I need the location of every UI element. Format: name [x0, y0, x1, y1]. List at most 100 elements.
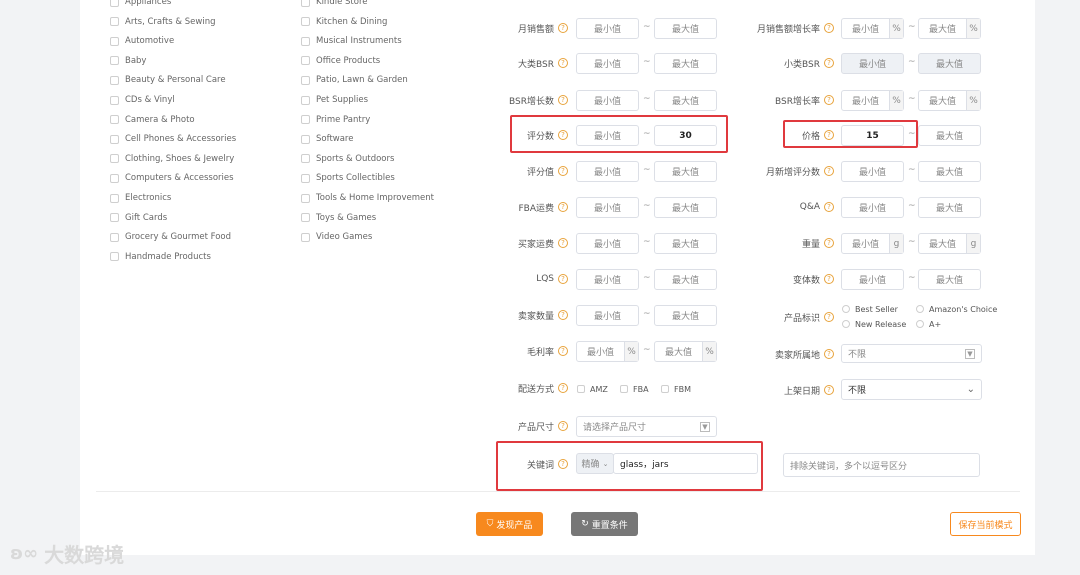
checkbox[interactable] [110, 252, 119, 262]
checkbox[interactable] [301, 232, 310, 242]
product-size-select[interactable]: 请选择产品尺寸 ▼ [576, 416, 717, 437]
checkbox[interactable] [110, 36, 119, 46]
seller-count-min-input[interactable]: 最小值 [576, 305, 639, 326]
checkbox[interactable] [110, 0, 119, 7]
category-checkbox[interactable]: Arts, Crafts & Sewing [110, 15, 215, 29]
category-checkbox[interactable]: Cell Phones & Accessories [110, 132, 236, 146]
buyer-shipping-min-input[interactable]: 最小值 [576, 233, 639, 254]
checkbox[interactable] [301, 36, 310, 46]
bsr-growth-max-input[interactable]: 最大值 [654, 90, 717, 111]
lqs-min-input[interactable]: 最小值 [576, 269, 639, 290]
category-checkbox[interactable]: Automotive [110, 34, 174, 48]
gross-margin-min-input[interactable]: 最小值% [576, 341, 639, 362]
variants-max-input[interactable]: 最大值 [918, 269, 981, 290]
exclude-keyword-input[interactable]: 排除关键词，多个以逗号区分 [783, 453, 980, 477]
lqs-max-input[interactable]: 最大值 [654, 269, 717, 290]
monthly-new-reviews-min-input[interactable]: 最小值 [841, 161, 904, 182]
badge-a-plus-checkbox[interactable]: A+ [916, 318, 941, 330]
category-checkbox[interactable]: Tools & Home Improvement [301, 191, 434, 205]
checkbox[interactable] [301, 17, 310, 27]
checkbox[interactable] [301, 134, 310, 144]
category-checkbox[interactable]: Computers & Accessories [110, 171, 234, 185]
badge-amazons-choice-checkbox[interactable]: Amazon's Choice [916, 303, 997, 315]
category-checkbox[interactable]: Video Games [301, 230, 372, 244]
category-checkbox[interactable]: Pet Supplies [301, 93, 368, 107]
category-checkbox[interactable]: Musical Instruments [301, 34, 402, 48]
monthly-new-reviews-max-input[interactable]: 最大值 [918, 161, 981, 182]
category-checkbox[interactable]: Grocery & Gourmet Food [110, 230, 231, 244]
category-checkbox[interactable]: Patio, Lawn & Garden [301, 73, 408, 87]
sub-bsr-max-input[interactable]: 最大值 [918, 53, 981, 74]
big-bsr-max-input[interactable]: 最大值 [654, 53, 717, 74]
sales-growth-min-input[interactable]: 最小值% [841, 18, 904, 39]
category-checkbox[interactable]: Appliances [110, 0, 171, 9]
checkbox[interactable] [110, 17, 119, 27]
checkbox[interactable] [110, 75, 119, 85]
checkbox[interactable] [110, 56, 119, 66]
price-max-input[interactable]: 最大值 [918, 125, 981, 146]
reset-button[interactable]: ↻ 重置条件 [571, 512, 638, 536]
bsr-growth-min-input[interactable]: 最小值 [576, 90, 639, 111]
find-products-button[interactable]: ⛉ 发现产品 [476, 512, 543, 536]
buyer-shipping-max-input[interactable]: 最大值 [654, 233, 717, 254]
checkbox[interactable] [110, 213, 119, 223]
category-checkbox[interactable]: Prime Pantry [301, 113, 370, 127]
variants-min-input[interactable]: 最小值 [841, 269, 904, 290]
category-checkbox[interactable]: Sports & Outdoors [301, 152, 394, 166]
category-checkbox[interactable]: Software [301, 132, 353, 146]
sales-growth-max-input[interactable]: 最大值% [918, 18, 981, 39]
category-checkbox[interactable]: Camera & Photo [110, 113, 195, 127]
qa-min-input[interactable]: 最小值 [841, 197, 904, 218]
big-bsr-min-input[interactable]: 最小值 [576, 53, 639, 74]
category-checkbox[interactable]: Office Products [301, 54, 380, 68]
weight-min-input[interactable]: 最小值 g [841, 233, 904, 254]
checkbox[interactable] [301, 193, 310, 203]
gross-margin-max-input[interactable]: 最大值% [654, 341, 717, 362]
badge-new-release-checkbox[interactable]: New Release [842, 318, 906, 330]
category-checkbox[interactable]: Handmade Products [110, 250, 211, 264]
category-checkbox[interactable]: Kindle Store [301, 0, 367, 9]
category-checkbox[interactable]: CDs & Vinyl [110, 93, 175, 107]
checkbox[interactable] [110, 115, 119, 125]
fba-fee-min-input[interactable]: 最小值 [576, 197, 639, 218]
monthly-sales-min-input[interactable]: 最小值 [576, 18, 639, 39]
monthly-sales-max-input[interactable]: 最大值 [654, 18, 717, 39]
checkbox[interactable] [110, 232, 119, 242]
checkbox[interactable] [110, 95, 119, 105]
category-checkbox[interactable]: Kitchen & Dining [301, 15, 387, 29]
category-checkbox[interactable]: Electronics [110, 191, 171, 205]
sub-bsr-min-input[interactable]: 最小值 [841, 53, 904, 74]
checkbox[interactable] [110, 173, 119, 183]
qa-max-input[interactable]: 最大值 [918, 197, 981, 218]
checkbox[interactable] [301, 213, 310, 223]
category-checkbox[interactable]: Baby [110, 54, 146, 68]
checkbox[interactable] [301, 75, 310, 85]
category-checkbox[interactable]: Toys & Games [301, 211, 376, 225]
bsr-growth-rate-min-input[interactable]: 最小值% [841, 90, 904, 111]
rating-max-input[interactable]: 最大值 [654, 161, 717, 182]
listing-date-select[interactable]: 不限 ⌄ [841, 379, 982, 400]
checkbox[interactable] [301, 115, 310, 125]
checkbox[interactable] [110, 193, 119, 203]
seller-location-select[interactable]: 不限 ▼ [841, 344, 982, 363]
save-mode-button[interactable]: 保存当前模式 [950, 512, 1021, 536]
weight-max-input[interactable]: 最大值 g [918, 233, 981, 254]
checkbox[interactable] [301, 0, 310, 7]
fba-fee-max-input[interactable]: 最大值 [654, 197, 717, 218]
checkbox[interactable] [110, 134, 119, 144]
checkbox[interactable] [301, 56, 310, 66]
category-checkbox[interactable]: Sports Collectibles [301, 171, 395, 185]
rating-min-input[interactable]: 最小值 [576, 161, 639, 182]
delivery-fbm-checkbox[interactable]: FBM [661, 383, 691, 395]
delivery-amz-checkbox[interactable]: AMZ [577, 383, 608, 395]
badge-best-seller-checkbox[interactable]: Best Seller [842, 303, 898, 315]
category-checkbox[interactable]: Gift Cards [110, 211, 167, 225]
bsr-growth-rate-max-input[interactable]: 最大值% [918, 90, 981, 111]
category-checkbox[interactable]: Beauty & Personal Care [110, 73, 226, 87]
checkbox[interactable] [301, 154, 310, 164]
delivery-fba-checkbox[interactable]: FBA [620, 383, 649, 395]
checkbox[interactable] [110, 154, 119, 164]
category-checkbox[interactable]: Clothing, Shoes & Jewelry [110, 152, 234, 166]
checkbox[interactable] [301, 95, 310, 105]
seller-count-max-input[interactable]: 最大值 [654, 305, 717, 326]
